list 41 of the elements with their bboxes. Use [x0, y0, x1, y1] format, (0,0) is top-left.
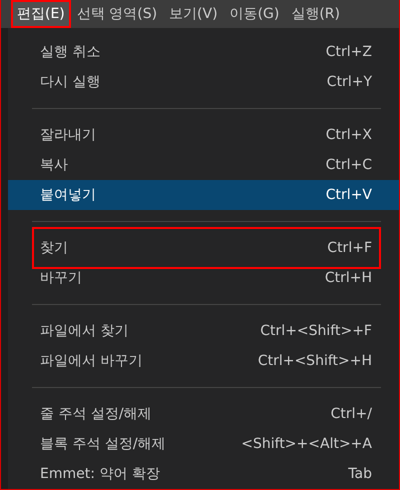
menu-item[interactable]: Emmet: 약어 확장 Tab: [8, 459, 399, 489]
menu-item-label: 바꾸기: [40, 269, 82, 287]
menu-item-label: 붙여넣기: [40, 186, 96, 204]
menu-item[interactable]: 파일에서 바꾸기 Ctrl+<Shift>+H: [8, 346, 399, 376]
menu-item[interactable]: 파일에서 찾기 Ctrl+<Shift>+F: [8, 316, 399, 346]
menu-item[interactable]: 실행 취소 Ctrl+Z: [8, 37, 399, 67]
menu-bar-item[interactable]: 이동(G): [224, 0, 286, 28]
shortcut-label: Ctrl+<Shift>+F: [260, 323, 372, 339]
shortcut-label: Ctrl+Y: [326, 74, 372, 90]
shortcut-label: Ctrl+<Shift>+H: [258, 353, 372, 369]
menu-bar-item[interactable]: 편집(E): [11, 0, 71, 28]
menu-bar-item[interactable]: 선택 영역(S): [70, 0, 164, 28]
shortcut-label: Ctrl+X: [326, 127, 372, 143]
menu-item-label: 줄 주석 설정/해제: [40, 405, 152, 423]
menu-item-label: 실행 취소: [40, 43, 100, 61]
shortcut-label: Ctrl+Z: [326, 44, 372, 60]
menu-item[interactable]: 줄 주석 설정/해제 Ctrl+/: [8, 399, 399, 429]
menu-item[interactable]: 잘라내기 Ctrl+X: [8, 120, 399, 150]
menu-item[interactable]: 블록 주석 설정/해제 <Shift>+<Alt>+A: [8, 429, 399, 459]
menu-item-label: 블록 주석 설정/해제: [40, 435, 166, 453]
menu-item-label: 잘라내기: [40, 126, 96, 144]
shortcut-label: Ctrl+/: [330, 406, 372, 422]
menu-item-label: Emmet: 약어 확장: [40, 465, 160, 483]
shortcut-label: Ctrl+H: [324, 270, 372, 286]
menu-bar-item[interactable]: 보기(V): [163, 0, 224, 28]
menu-item-label: 복사: [40, 156, 68, 174]
menu-item-label: 파일에서 찾기: [40, 322, 128, 340]
shortcut-label: <Shift>+<Alt>+A: [241, 436, 372, 452]
menu-item[interactable]: 다시 실행 Ctrl+Y: [8, 67, 399, 97]
menu-bar-item[interactable]: 실행(R): [285, 0, 346, 28]
menu-item-label: 다시 실행: [40, 73, 100, 91]
menu-item[interactable]: 복사 Ctrl+C: [8, 150, 399, 180]
menu-item[interactable]: 찾기 Ctrl+F: [8, 233, 399, 263]
shortcut-label: Ctrl+F: [327, 240, 372, 256]
menu-item[interactable]: 바꾸기 Ctrl+H: [8, 263, 399, 293]
shortcut-label: Ctrl+C: [326, 157, 372, 173]
shortcut-label: Ctrl+V: [326, 187, 372, 203]
shortcut-label: Tab: [348, 466, 372, 482]
menu-item-label: 찾기: [40, 239, 68, 257]
menu-item[interactable]: 붙여넣기 Ctrl+V: [8, 180, 399, 210]
menu-item-label: 파일에서 바꾸기: [40, 352, 142, 370]
